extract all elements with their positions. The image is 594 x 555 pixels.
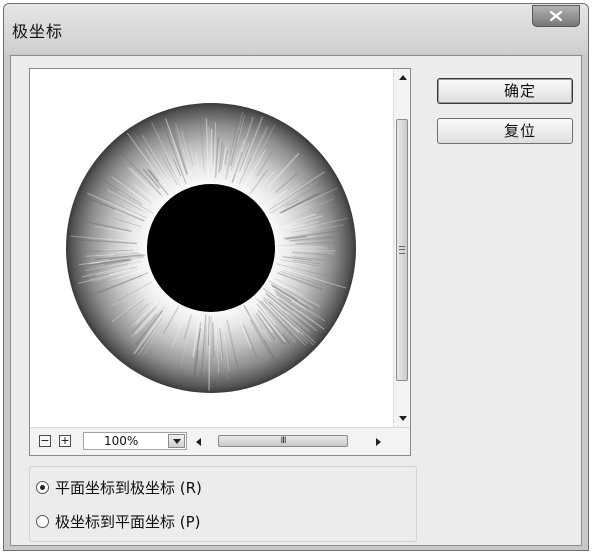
close-button[interactable] (532, 5, 580, 27)
dropdown-arrow-icon[interactable] (168, 434, 185, 448)
horizontal-scroll-thumb[interactable]: III (218, 435, 348, 447)
scroll-down-arrow-icon[interactable] (394, 410, 411, 427)
option-polar-to-rect[interactable]: 极坐标到平面坐标 (P) (36, 511, 201, 531)
preview-toolbar: − + 100% III (30, 427, 410, 455)
conversion-options-group: 平面坐标到极坐标 (R) 极坐标到平面坐标 (P) (29, 466, 417, 542)
option-polar-to-rect-label: 极坐标到平面坐标 (P) (55, 512, 201, 531)
preview-panel: − + 100% III (29, 68, 411, 456)
zoom-level-select[interactable]: 100% (83, 432, 187, 450)
preview-canvas[interactable] (30, 69, 393, 427)
scroll-up-arrow-icon[interactable] (394, 69, 411, 86)
reset-button[interactable]: 复位 (437, 118, 573, 144)
iris-ray (296, 249, 336, 252)
zoom-level-value: 100% (104, 434, 139, 448)
close-icon (550, 11, 562, 21)
radio-polar-to-rect[interactable] (36, 514, 49, 528)
zoom-in-button[interactable]: + (59, 435, 71, 447)
ok-button[interactable]: 确定 (437, 78, 573, 104)
scroll-grip-icon (399, 246, 405, 254)
scroll-left-arrow-icon[interactable] (190, 433, 207, 450)
option-rect-to-polar[interactable]: 平面坐标到极坐标 (R) (36, 477, 202, 497)
radio-rect-to-polar[interactable] (36, 480, 49, 494)
vertical-scroll-thumb[interactable] (396, 119, 408, 381)
option-rect-to-polar-label: 平面坐标到极坐标 (R) (55, 478, 202, 497)
pupil (147, 184, 275, 312)
iris-ray (212, 322, 215, 358)
vertical-scrollbar[interactable] (393, 69, 410, 427)
scroll-right-arrow-icon[interactable] (370, 433, 387, 450)
title-bar: 极坐标 (4, 4, 588, 54)
zoom-out-button[interactable]: − (39, 435, 51, 447)
horizontal-scrollbar[interactable]: III (190, 433, 390, 450)
dialog-title: 极坐标 (12, 22, 64, 41)
polar-coordinates-dialog: 极坐标 − + 100% III 确定 复位 平面坐标到极坐标 (R) 极坐标到… (3, 3, 589, 551)
dialog-client-area: − + 100% III 确定 复位 平面坐标到极坐标 (R) 极坐标到平面坐标… (10, 55, 582, 546)
polar-preview-image (66, 103, 356, 393)
